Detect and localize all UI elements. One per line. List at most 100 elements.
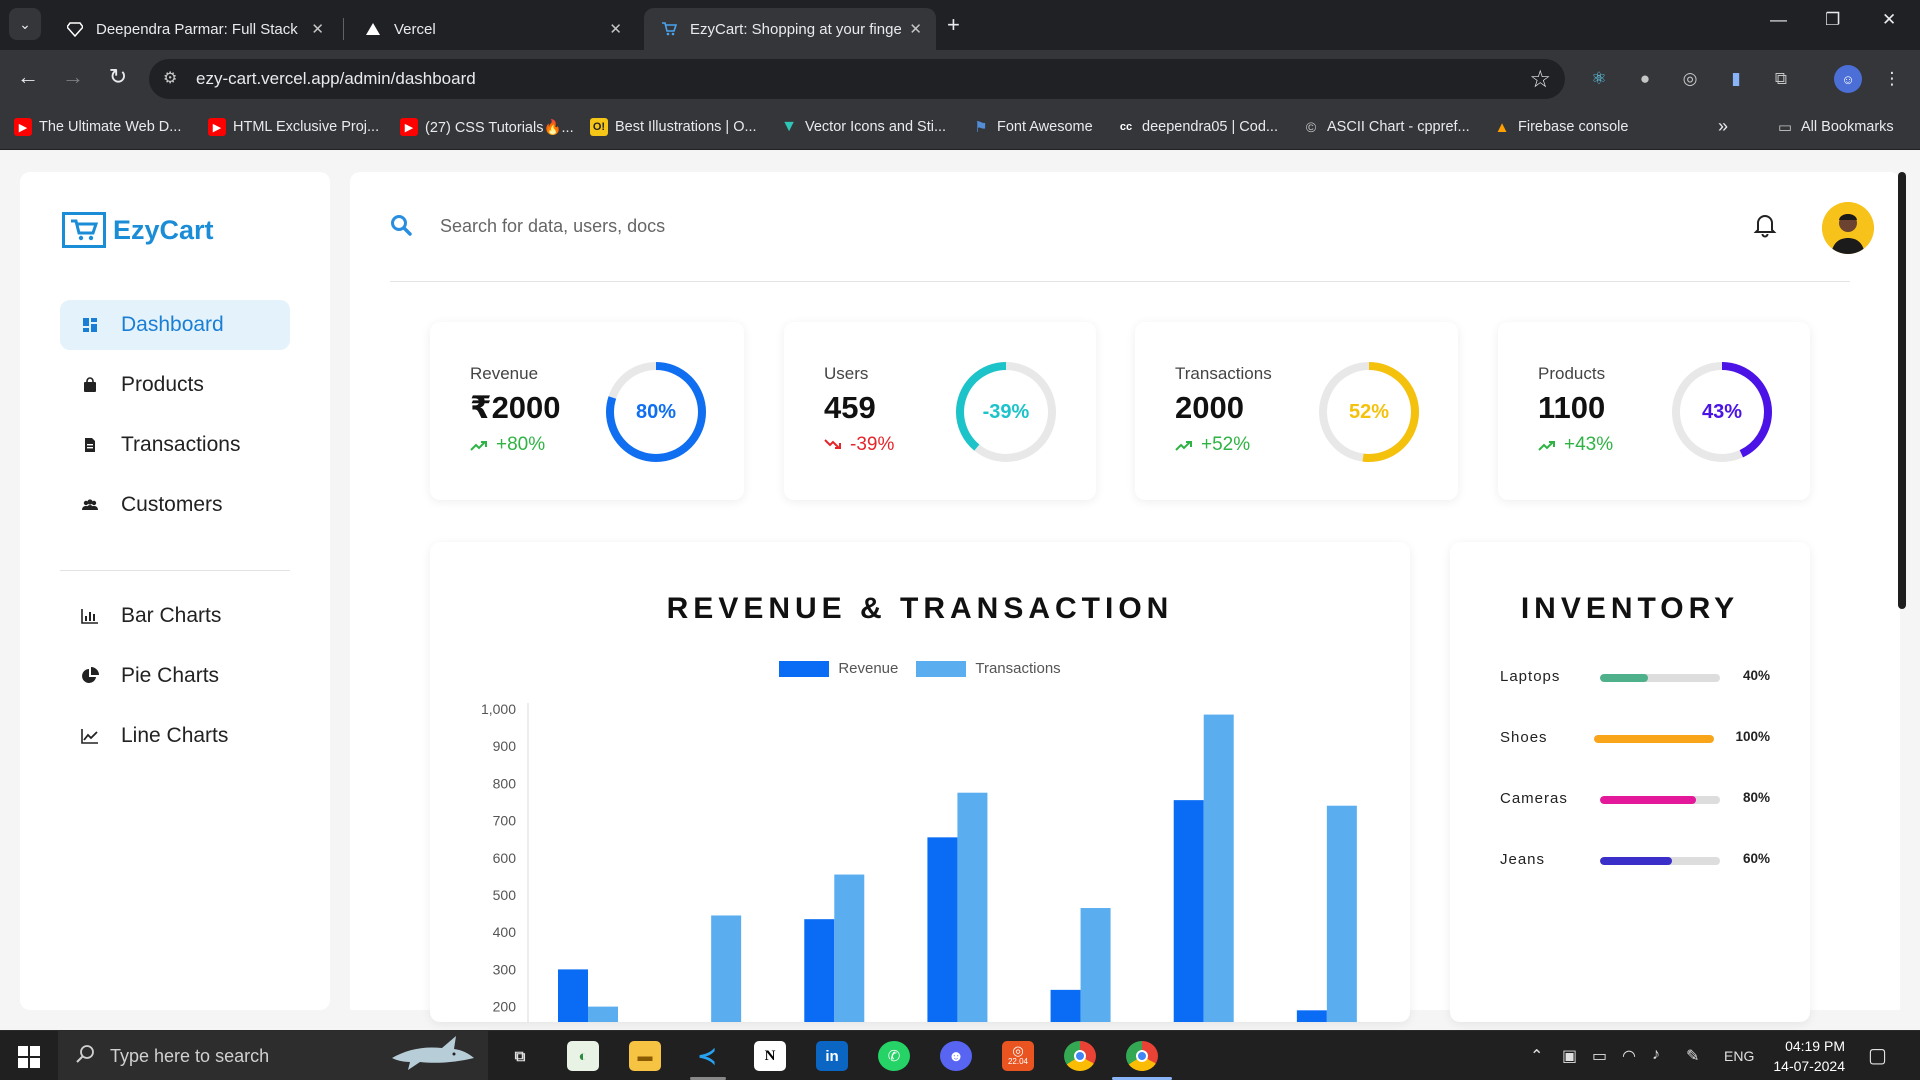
close-icon[interactable]: ✕ <box>909 20 922 38</box>
avatar[interactable] <box>1822 202 1874 254</box>
progress-ring: 80% <box>604 360 708 464</box>
trending-up-icon <box>1538 439 1556 451</box>
minimize-button[interactable]: — <box>1770 10 1787 30</box>
forward-button[interactable]: → <box>58 64 88 90</box>
sidebar-item-dashboard[interactable]: Dashboard <box>60 300 290 350</box>
bar-revenue[interactable] <box>558 969 588 1022</box>
bookmark-item[interactable]: cc deependra05 | Cod... <box>1117 118 1278 136</box>
react-devtools-icon[interactable]: ⚛ <box>1587 67 1611 91</box>
taskbar-whatsapp[interactable]: ✆ <box>878 1041 910 1071</box>
bookmark-item[interactable]: ▲ Firebase console <box>1493 118 1629 136</box>
site-info-icon[interactable]: ⚙ <box>163 68 177 88</box>
close-window-button[interactable]: ✕ <box>1882 10 1896 30</box>
sidebar-item-line-charts[interactable]: Line Charts <box>60 711 290 761</box>
taskbar-ubuntu[interactable]: ◎ 22.04 <box>1002 1041 1034 1071</box>
chevron-down-icon: ⌄ <box>19 15 31 32</box>
pen-icon[interactable]: ✎ <box>1686 1046 1699 1066</box>
address-bar[interactable]: ⚙ ezy-cart.vercel.app/admin/dashboard ☆ <box>149 59 1565 99</box>
bar-revenue[interactable] <box>804 919 835 1022</box>
tab-search-button[interactable]: ⌄ <box>9 8 41 40</box>
windows-taskbar: Type here to search ⧉ ◐ ▬ ≺ N in ✆ ☻ ◎ 2… <box>0 1030 1920 1080</box>
bar-revenue[interactable] <box>927 837 958 1022</box>
stat-label: Users <box>824 364 869 383</box>
inventory-bar-fill <box>1600 796 1696 804</box>
extension-icon[interactable]: ● <box>1633 67 1657 91</box>
taskbar-task-view[interactable]: ⧉ <box>504 1041 536 1071</box>
bookmark-label: Vector Icons and Sti... <box>805 119 947 135</box>
sidebar-item-bar-charts[interactable]: Bar Charts <box>60 591 290 641</box>
close-icon[interactable]: ✕ <box>609 20 622 38</box>
meet-now-icon[interactable]: ▣ <box>1562 1046 1577 1066</box>
windows-start-icon[interactable] <box>18 1046 40 1073</box>
notification-icon[interactable]: ▢ <box>1868 1043 1887 1068</box>
taskbar-search-box[interactable]: Type here to search <box>58 1031 488 1080</box>
bar-revenue[interactable] <box>1173 800 1204 1022</box>
taskbar-chrome[interactable] <box>1064 1041 1096 1071</box>
search-input[interactable] <box>440 208 1140 244</box>
stat-change: +80% <box>470 434 545 456</box>
cart-icon <box>62 212 106 248</box>
bookmark-item[interactable]: ▶ The Ultimate Web D... <box>14 118 181 136</box>
bar-transactions[interactable] <box>1080 908 1111 1022</box>
bar-transactions[interactable] <box>1326 805 1357 1022</box>
close-icon[interactable]: ✕ <box>311 20 324 38</box>
ring-percent: -39% <box>982 400 1030 423</box>
bookmark-item[interactable]: © ASCII Chart - cppref... <box>1302 118 1470 136</box>
inventory-bar-fill <box>1594 735 1714 743</box>
back-button[interactable]: ← <box>13 64 43 90</box>
ring-percent: 43% <box>1701 400 1743 423</box>
battery-icon[interactable]: ▭ <box>1592 1046 1607 1066</box>
stat-change: +43% <box>1538 434 1613 456</box>
bar-transactions[interactable] <box>588 1006 618 1022</box>
clipboard-extension-icon[interactable]: ▮ <box>1724 67 1748 91</box>
bar-transactions[interactable] <box>711 915 742 1022</box>
wifi-icon[interactable]: ◠ <box>1622 1046 1636 1066</box>
bookmark-star-icon[interactable]: ☆ <box>1529 65 1551 94</box>
bookmark-item[interactable]: ▼ Vector Icons and Sti... <box>780 118 946 136</box>
sidebar-item-pie-charts[interactable]: Pie Charts <box>60 651 290 701</box>
sidebar-item-transactions[interactable]: Transactions <box>60 420 290 470</box>
reload-button[interactable]: ↻ <box>103 64 133 90</box>
system-clock[interactable]: 04:19 PM 14-07-2024 <box>1750 1036 1845 1076</box>
bell-icon[interactable] <box>1753 212 1777 243</box>
all-bookmarks-button[interactable]: ▭ All Bookmarks <box>1776 118 1894 136</box>
bookmark-item[interactable]: ▶ (27) CSS Tutorials🔥... <box>400 118 574 136</box>
bar-transactions[interactable] <box>957 792 988 1022</box>
bookmark-item[interactable]: ▶ HTML Exclusive Proj... <box>208 118 379 136</box>
bookmark-item[interactable]: O! Best Illustrations | O... <box>590 118 757 136</box>
new-tab-button[interactable]: + <box>947 12 960 38</box>
volume-icon[interactable]: ♪ <box>1652 1046 1660 1064</box>
target-extension-icon[interactable]: ◎ <box>1678 67 1702 91</box>
puzzle-icon[interactable]: ⧉ <box>1769 67 1793 91</box>
bar-revenue[interactable] <box>1296 1010 1327 1022</box>
bookmark-item[interactable]: ⚑ Font Awesome <box>972 118 1092 136</box>
tab-ezycart[interactable]: EzyCart: Shopping at your finge ✕ <box>644 8 936 50</box>
taskbar-notion[interactable]: N <box>754 1041 786 1071</box>
tab-vercel[interactable]: Vercel ✕ <box>348 8 636 50</box>
more-vert-icon[interactable]: ⋮ <box>1880 67 1904 91</box>
profile-avatar-icon[interactable]: ☺ <box>1834 65 1862 93</box>
sidebar-item-customers[interactable]: Customers <box>60 480 290 530</box>
tab-portfolio[interactable]: Deependra Parmar: Full Stack E ✕ <box>50 8 338 50</box>
restore-button[interactable]: ❐ <box>1825 10 1840 30</box>
taskbar-file-explorer[interactable]: ▬ <box>629 1041 661 1071</box>
chevron-up-icon[interactable]: ⌃ <box>1530 1046 1543 1066</box>
bar-revenue[interactable] <box>1050 989 1081 1022</box>
taskbar-discord[interactable]: ☻ <box>940 1041 972 1071</box>
bar-transactions[interactable] <box>1203 714 1234 1022</box>
taskbar-chrome-profile[interactable] <box>1126 1041 1158 1071</box>
search-icon[interactable] <box>390 214 412 241</box>
bar-transactions[interactable] <box>834 874 865 1022</box>
brand-logo[interactable]: EzyCart <box>62 212 214 248</box>
revenue-transaction-chart-card: REVENUE & TRANSACTION Revenue Transactio… <box>430 542 1410 1022</box>
more-bookmarks-button[interactable]: » <box>1718 116 1728 137</box>
taskbar-browser-app[interactable]: ◐ <box>567 1041 599 1071</box>
page-scrollbar[interactable] <box>1898 172 1906 609</box>
taskbar-vscode[interactable]: ≺ <box>691 1041 723 1071</box>
search-icon <box>76 1044 96 1069</box>
sidebar-item-products[interactable]: Products <box>60 360 290 410</box>
url-text[interactable]: ezy-cart.vercel.app/admin/dashboard <box>196 69 476 89</box>
taskbar-linkedin[interactable]: in <box>816 1041 848 1071</box>
bookmark-label: deependra05 | Cod... <box>1142 119 1278 135</box>
stat-card-revenue: Revenue ₹2000 +80% 80% <box>430 322 744 500</box>
